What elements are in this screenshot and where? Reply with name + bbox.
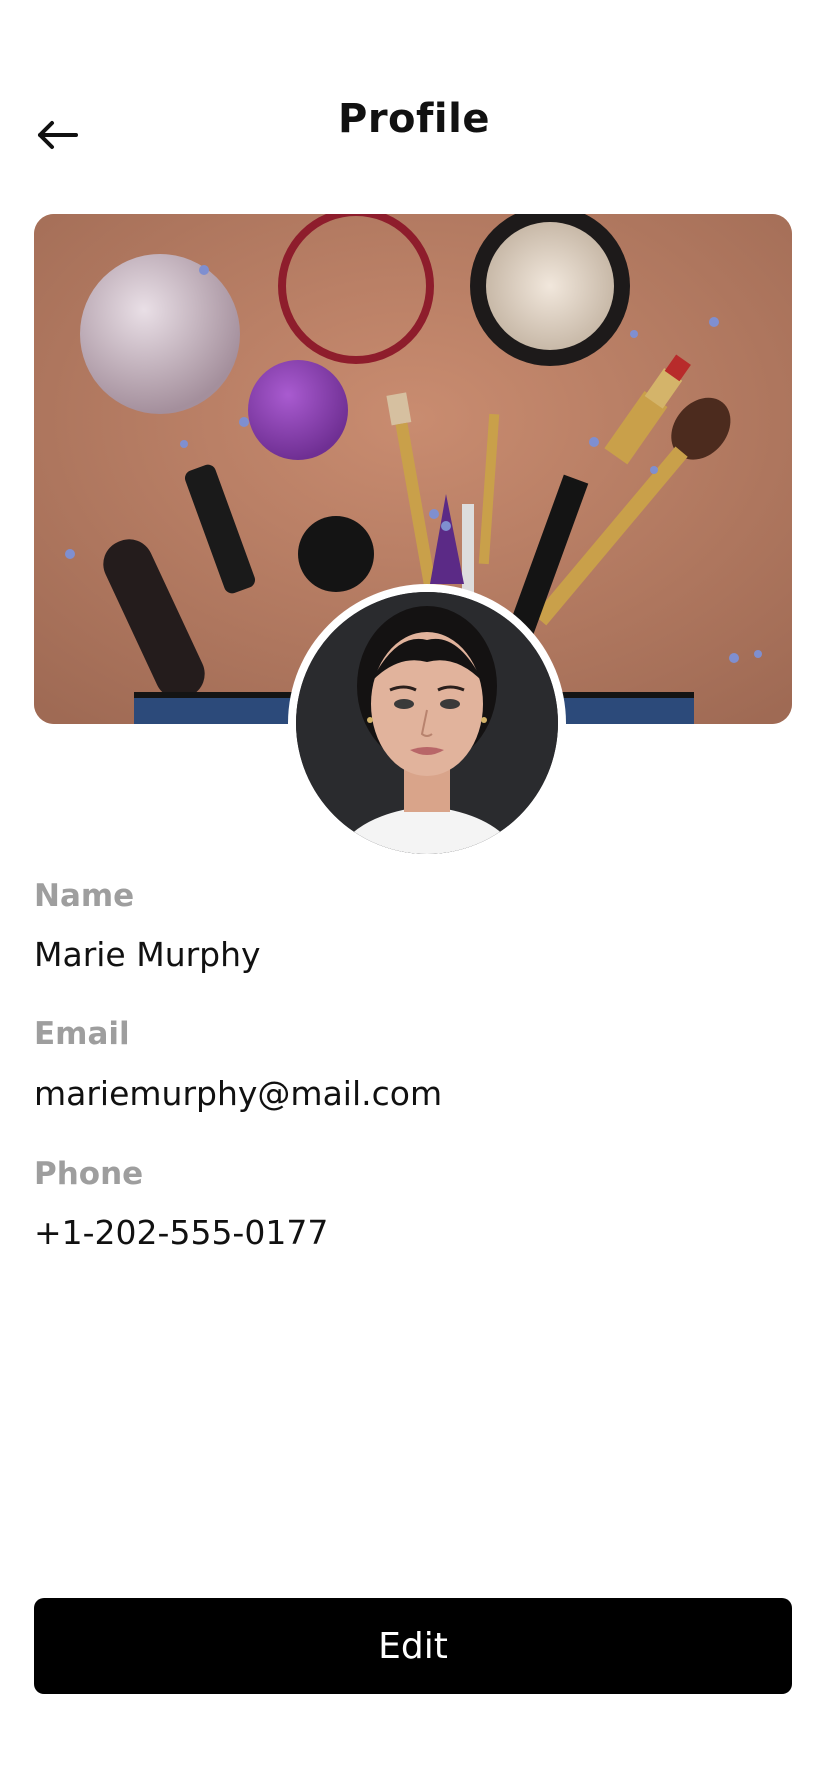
name-value: Marie Murphy [34, 935, 261, 974]
avatar[interactable] [296, 592, 558, 854]
name-label: Name [34, 878, 135, 914]
page-title: Profile [338, 96, 490, 142]
email-value: mariemurphy@mail.com [34, 1074, 443, 1113]
edit-button-label: Edit [378, 1625, 448, 1667]
phone-label: Phone [34, 1156, 144, 1192]
edit-button[interactable]: Edit [34, 1598, 792, 1694]
email-label: Email [34, 1016, 130, 1052]
phone-value: +1-202-555-0177 [34, 1213, 329, 1252]
